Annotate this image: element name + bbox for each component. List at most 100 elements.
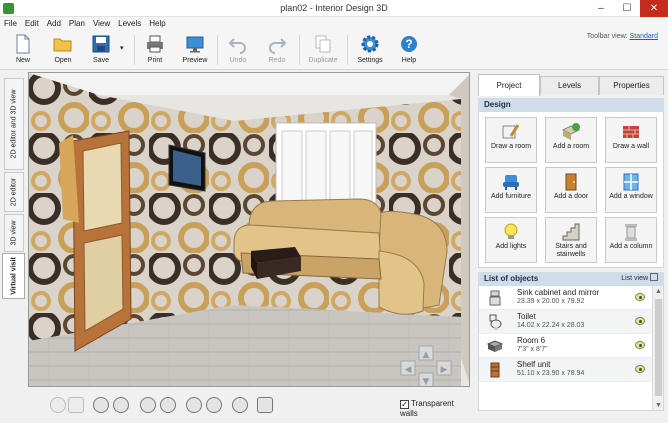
home-view-icon[interactable]	[257, 397, 273, 413]
design-tools: Draw a room Add a room Draw a wall Add f…	[478, 112, 664, 268]
preview-button[interactable]: Preview	[178, 32, 212, 68]
add-door-button[interactable]: Add a door	[545, 167, 597, 213]
toolbar-view-label: Toolbar view:	[586, 33, 628, 40]
objects-header: List of objects List view	[478, 272, 664, 286]
tab-levels[interactable]: Levels	[540, 76, 599, 95]
room-icon	[487, 340, 503, 352]
menu-file[interactable]: File	[0, 17, 21, 30]
tab-project[interactable]: Project	[478, 74, 540, 96]
tab-properties[interactable]: Properties	[599, 76, 664, 95]
visibility-eye-icon[interactable]	[635, 341, 645, 349]
stairs-label: Stairs and stairwells	[555, 243, 587, 258]
tab-label: 2D editor	[10, 177, 18, 207]
transparent-walls-checkbox[interactable]: ✓	[400, 400, 409, 409]
floppy-icon	[92, 35, 110, 53]
add-furniture-button[interactable]: Add furniture	[485, 167, 537, 213]
objects-scrollbar[interactable]: ▲ ▼	[652, 286, 663, 410]
list-item[interactable]: Room 6 7'3" x 8'7"	[479, 334, 653, 358]
view-controls: ✓ Transparent walls	[28, 389, 470, 423]
bulb-icon	[504, 223, 518, 239]
draw-wall-label: Draw a wall	[612, 143, 650, 150]
hand-pan-icon[interactable]	[68, 397, 84, 413]
object-name: Sink cabinet and mirror	[517, 288, 600, 297]
toolbar-separator	[299, 35, 300, 65]
door-glass	[82, 142, 123, 232]
menu-bar: File Edit Add Plan View Levels Help	[0, 17, 668, 30]
open-button[interactable]: Open	[46, 32, 80, 68]
transparent-walls-toggle[interactable]: ✓ Transparent walls	[400, 399, 470, 418]
toolbar-view: Toolbar view: Standard	[587, 33, 658, 40]
menu-levels[interactable]: Levels	[114, 17, 145, 30]
scroll-thumb[interactable]	[655, 299, 662, 396]
svg-text:▶: ▶	[441, 365, 448, 375]
rotate-360-icon[interactable]	[50, 397, 66, 413]
draw-wall-button[interactable]: Draw a wall	[605, 117, 657, 163]
rotate-left-icon[interactable]	[140, 397, 156, 413]
menu-add[interactable]: Add	[43, 17, 65, 30]
menu-edit[interactable]: Edit	[21, 17, 43, 30]
scroll-down-icon[interactable]: ▼	[653, 400, 663, 410]
add-lights-button[interactable]: Add lights	[485, 217, 537, 263]
visibility-eye-icon[interactable]	[635, 293, 645, 301]
panel-tabs: Project Levels Properties	[478, 74, 664, 96]
tab-2d-editor-and-3d-view[interactable]: 2D editor and 3D view	[4, 78, 24, 170]
tab-virtual-visit[interactable]: Virtual visit	[2, 253, 25, 299]
maximize-button[interactable]: ☐	[616, 0, 638, 17]
zoom-in-icon[interactable]	[113, 397, 129, 413]
close-button[interactable]: ✕	[640, 0, 668, 17]
scroll-up-icon[interactable]: ▲	[653, 286, 663, 297]
settings-button[interactable]: Settings	[353, 32, 387, 68]
tab-2d-editor[interactable]: 2D editor	[4, 172, 24, 212]
design-header: Design	[478, 98, 664, 112]
menu-help[interactable]: Help	[145, 17, 169, 30]
stairs-button[interactable]: Stairs and stairwells	[545, 217, 597, 263]
add-column-button[interactable]: Add a column	[605, 217, 657, 263]
object-name: Room 6	[517, 336, 546, 345]
visibility-eye-icon[interactable]	[635, 365, 645, 373]
redo-button[interactable]: Redo	[260, 32, 294, 68]
tilt-down-icon[interactable]	[206, 397, 222, 413]
title-bar: plan02 - Interior Design 3D – ☐ ✕	[0, 0, 668, 17]
toolbar-separator	[217, 35, 218, 65]
folder-icon	[53, 38, 72, 52]
add-lights-label: Add lights	[495, 243, 527, 250]
undo-button[interactable]: Undo	[221, 32, 255, 68]
menu-plan[interactable]: Plan	[65, 17, 89, 30]
shelf-unit-icon	[490, 362, 500, 378]
column-icon	[625, 224, 637, 241]
save-button[interactable]: Save	[84, 32, 118, 68]
help-icon: ?	[401, 36, 417, 52]
preview-label: Preview	[182, 57, 208, 64]
print-button[interactable]: Print	[138, 32, 172, 68]
object-dimensions: 7'3" x 8'7"	[517, 346, 548, 353]
list-item[interactable]: Toilet 14.02 x 22.24 x 28.03	[479, 310, 653, 334]
list-item[interactable]: Sink cabinet and mirror 23.39 x 20.00 x …	[479, 286, 653, 310]
visibility-eye-icon[interactable]	[635, 317, 645, 325]
zoom-out-icon[interactable]	[93, 397, 109, 413]
list-view-label: List view	[621, 275, 649, 282]
save-dropdown-icon[interactable]: ▾	[120, 44, 128, 52]
menu-view[interactable]: View	[89, 17, 114, 30]
3d-viewport[interactable]: ▲ ◀ ▶ ▼	[28, 72, 470, 387]
add-window-button[interactable]: Add a window	[605, 167, 657, 213]
duplicate-label: Duplicate	[308, 57, 338, 64]
draw-room-button[interactable]: Draw a room	[485, 117, 537, 163]
brick-wall-icon	[623, 126, 639, 138]
list-view-toggle[interactable]: List view	[621, 272, 658, 286]
list-item[interactable]: Shelf unit 51.10 x 23.90 x 78.94	[479, 358, 653, 382]
rotate-right-icon[interactable]	[160, 397, 176, 413]
add-room-button[interactable]: Add a room	[545, 117, 597, 163]
minimize-button[interactable]: –	[590, 0, 612, 17]
toilet-icon	[489, 314, 502, 330]
save-label: Save	[93, 57, 109, 64]
help-button[interactable]: ? Help	[392, 32, 426, 68]
toolbar-view-link[interactable]: Standard	[630, 33, 658, 40]
lighting-bulb-icon[interactable]	[232, 397, 248, 413]
add-furniture-label: Add furniture	[490, 193, 532, 200]
duplicate-button[interactable]: Duplicate	[306, 32, 340, 68]
tilt-up-icon[interactable]	[186, 397, 202, 413]
new-button[interactable]: New	[6, 32, 40, 68]
armchair-icon	[503, 175, 519, 190]
window-icon	[623, 173, 639, 191]
tab-3d-view[interactable]: 3D view	[4, 214, 24, 252]
